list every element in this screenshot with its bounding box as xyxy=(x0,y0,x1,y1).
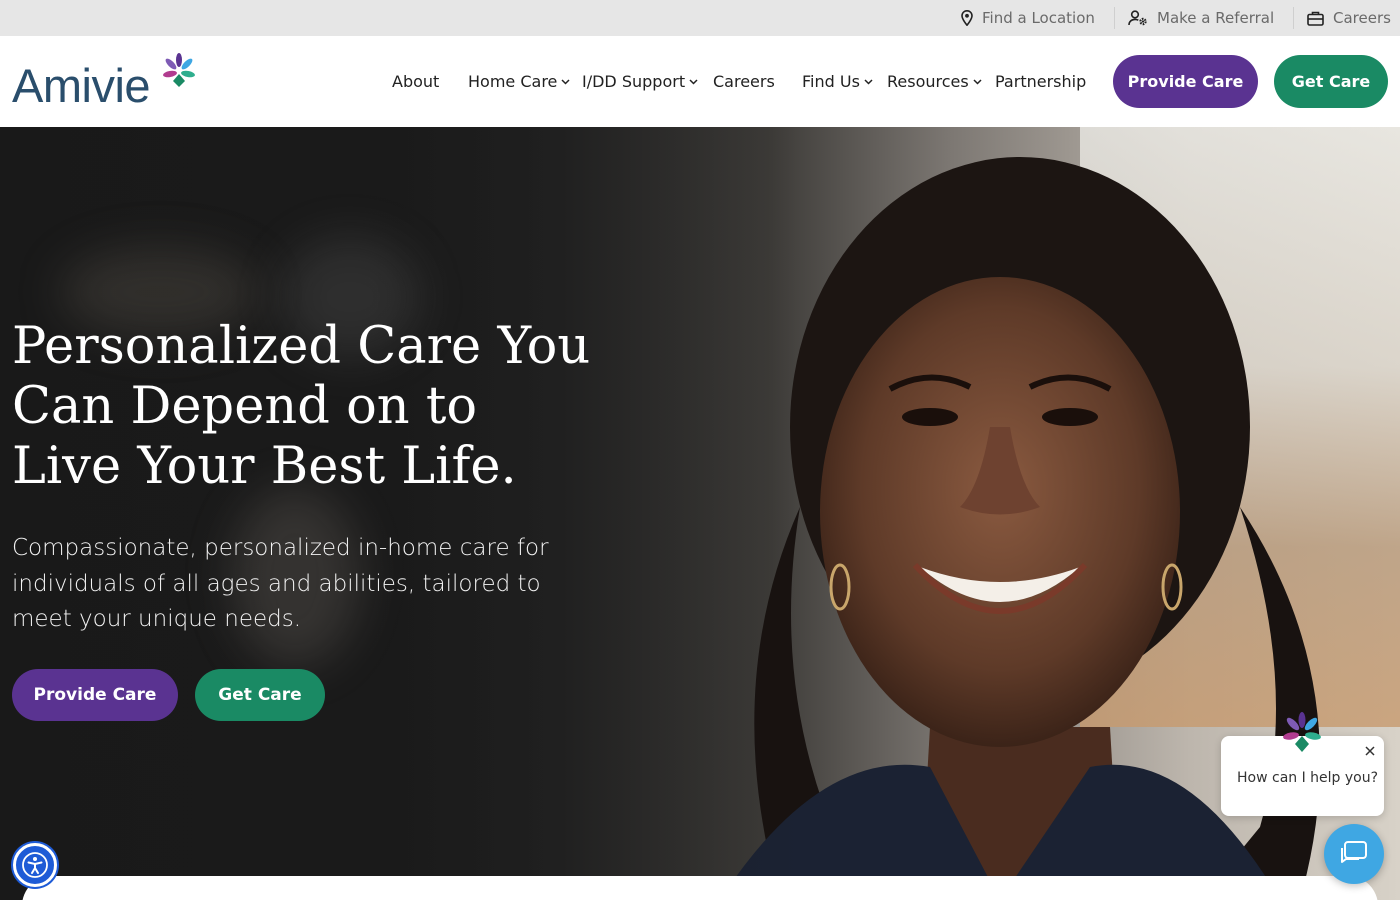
hero-provide-care-button[interactable]: Provide Care xyxy=(12,669,178,721)
hero-title-line: Live Your Best Life. xyxy=(12,437,517,496)
get-care-button[interactable]: Get Care xyxy=(1274,55,1388,108)
logo-wordmark: Amivie xyxy=(12,59,151,112)
provide-care-button[interactable]: Provide Care xyxy=(1113,55,1258,108)
hero-title-line: Personalized Care You xyxy=(12,317,591,376)
make-referral-link[interactable]: Make a Referral xyxy=(1128,0,1274,36)
careers-utility-link[interactable]: Careers xyxy=(1307,0,1391,36)
briefcase-icon xyxy=(1307,11,1324,26)
chat-avatar-logo-icon xyxy=(1283,712,1321,752)
nav-idd-support[interactable]: I/DD Support xyxy=(582,36,698,127)
chevron-down-icon xyxy=(864,78,873,85)
nav-find-us-label: Find Us xyxy=(802,72,860,91)
chat-prompt-text: How can I help you? xyxy=(1237,770,1379,786)
nav-partnership-label: Partnership xyxy=(995,72,1087,91)
nav-idd-support-label: I/DD Support xyxy=(582,72,686,91)
chevron-down-icon xyxy=(689,78,698,85)
nav-partnership[interactable]: Partnership xyxy=(995,36,1086,127)
make-referral-label: Make a Referral xyxy=(1157,9,1275,27)
content-card-top xyxy=(22,876,1378,900)
find-location-link[interactable]: Find a Location xyxy=(961,0,1095,36)
utility-divider xyxy=(1114,7,1115,29)
chevron-down-icon xyxy=(973,78,982,85)
nav-find-us[interactable]: Find Us xyxy=(802,36,873,127)
accessibility-icon xyxy=(22,852,48,878)
hero-title-line: Can Depend on to xyxy=(12,377,478,436)
utility-divider xyxy=(1293,7,1294,29)
nav-about[interactable]: About xyxy=(392,36,439,127)
chevron-down-icon xyxy=(561,78,570,85)
nav-home-care-label: Home Care xyxy=(468,72,558,91)
hero-dark-overlay xyxy=(0,127,800,900)
user-gear-icon xyxy=(1128,10,1147,26)
accessibility-button[interactable] xyxy=(13,843,57,887)
chat-launcher-button[interactable] xyxy=(1324,824,1384,884)
close-icon[interactable] xyxy=(1361,742,1379,760)
logo-mark-icon xyxy=(163,53,195,87)
amivie-logo[interactable]: Amivie xyxy=(12,52,202,114)
location-pin-icon xyxy=(961,10,973,26)
nav-careers[interactable]: Careers xyxy=(713,36,775,127)
hero-title: Personalized Care You Can Depend on to L… xyxy=(12,317,612,497)
utility-bar: Find a Location Make a Referral Careers xyxy=(0,0,1400,36)
careers-utility-label: Careers xyxy=(1333,9,1391,27)
nav-careers-label: Careers xyxy=(713,72,775,91)
site-header: Amivie About Home Care I/DD Support Care… xyxy=(0,36,1400,127)
hero-section: Personalized Care You Can Depend on to L… xyxy=(0,127,1400,900)
nav-home-care[interactable]: Home Care xyxy=(468,36,570,127)
nav-about-label: About xyxy=(392,72,440,91)
hero-subtitle: Compassionate, personalized in-home care… xyxy=(12,535,549,632)
find-location-label: Find a Location xyxy=(982,9,1095,27)
nav-resources-label: Resources xyxy=(887,72,969,91)
hero-get-care-button[interactable]: Get Care xyxy=(195,669,325,721)
chat-icon xyxy=(1341,841,1367,863)
nav-resources[interactable]: Resources xyxy=(887,36,982,127)
